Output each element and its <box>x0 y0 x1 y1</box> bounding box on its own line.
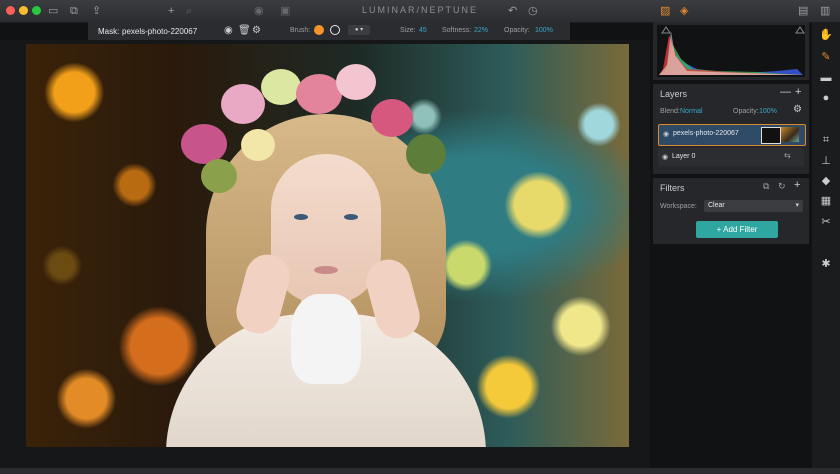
layers-title: Layers <box>660 89 688 99</box>
histogram-panel <box>653 22 809 80</box>
chevron-down-icon: ▾ <box>795 202 799 209</box>
minimize-window-button[interactable] <box>19 6 28 15</box>
close-window-button[interactable] <box>6 6 15 15</box>
mask-name: pexels-photo-220067 <box>122 27 198 36</box>
layer-name: Layer 0 <box>672 153 696 160</box>
mask-toolbar: Mask: pexels-photo-220067 ◉ 🗑 ⚙ Brush: ●… <box>88 22 570 41</box>
layer-mask-thumbnail[interactable] <box>761 127 781 144</box>
eye-icon[interactable]: ◉ <box>254 4 264 18</box>
brush-type-dropdown[interactable]: ● ▾ <box>348 25 370 35</box>
add-layer-icon[interactable]: + <box>795 86 801 98</box>
gear-icon[interactable]: ⚙ <box>252 25 261 36</box>
layer-settings-icon[interactable]: ⚙ <box>793 104 802 115</box>
filters-title: Filters <box>660 183 685 193</box>
filter-presets-icon[interactable]: ⧉ <box>763 181 769 192</box>
eraser-tool-icon[interactable]: ◆ <box>812 174 840 187</box>
layer-options-icon[interactable]: ⇆ <box>784 151 791 160</box>
tool-sidebar: ✋ ✎ ▬ ● ⌗ ⊥ ◆ ▦ ✂ ✱ <box>812 22 840 468</box>
layers-panel-icon[interactable]: ◈ <box>680 4 688 18</box>
photo-flower <box>201 159 237 193</box>
blend-value[interactable]: Normal <box>680 108 703 115</box>
workspace-label: Workspace: <box>660 203 697 210</box>
opacity-label: Opacity: <box>504 27 530 34</box>
size-value[interactable]: 45 <box>419 27 427 34</box>
workspace-value: Clear <box>708 202 725 209</box>
photo-left-eye <box>294 214 308 220</box>
photo-lips <box>314 266 338 274</box>
add-icon[interactable]: + <box>168 4 174 18</box>
layer-visibility-icon[interactable]: ◉ <box>663 130 669 138</box>
compare-icon[interactable]: ▣ <box>280 4 290 18</box>
workspace-select[interactable]: Clear ▾ <box>704 200 803 212</box>
layer-name: pexels-photo-220067 <box>673 130 739 137</box>
photo-flower <box>241 129 275 161</box>
title-bar: ▭ ⧉ ⇪ + ⌕ ◉ ▣ LUMINAR/NEPTUNE ↶ ◷ ▨ ◈ ▤ … <box>0 0 840 23</box>
crop-tool-icon[interactable]: ⌗ <box>812 134 840 147</box>
trash-icon[interactable]: 🗑 <box>238 25 251 36</box>
zoom-icon[interactable]: ⌕ <box>186 4 192 18</box>
layer-item[interactable]: ◉ Layer 0 ⇆ <box>658 148 804 166</box>
brush-erase-icon[interactable] <box>330 25 340 35</box>
transform-tool-icon[interactable]: ✂ <box>812 215 840 228</box>
sidebar-toggle-icon[interactable]: ▥ <box>820 4 830 18</box>
panel-layout-icon[interactable]: ▤ <box>798 4 808 18</box>
photo-flower <box>336 64 376 100</box>
layer-opacity-value[interactable]: 100% <box>759 108 777 115</box>
stamp-tool-icon[interactable]: ⊥ <box>812 154 840 167</box>
photo-flower <box>406 134 446 174</box>
photo-flower <box>181 124 227 164</box>
photo-bow <box>291 294 361 384</box>
collapse-layers-icon[interactable]: — <box>780 86 791 98</box>
brush-tool-icon[interactable]: ✎ <box>812 50 840 63</box>
blend-label: Blend: <box>660 108 680 115</box>
photo-flower <box>371 99 413 137</box>
mask-visibility-icon[interactable]: ◉ <box>224 25 233 36</box>
brush-orange-icon[interactable] <box>314 25 324 35</box>
softness-label: Softness: <box>442 27 472 34</box>
filter-refresh-icon[interactable]: ↻ <box>778 181 786 192</box>
history-icon[interactable]: ◷ <box>528 4 538 18</box>
size-label: Size: <box>400 27 416 34</box>
bottom-bar <box>0 468 840 474</box>
mask-label: Mask: <box>98 27 120 36</box>
photo-flower <box>221 84 265 124</box>
folder-icon[interactable]: ▭ <box>48 4 58 18</box>
layers-stack-icon[interactable]: ⧉ <box>70 4 78 18</box>
zoom-window-button[interactable] <box>32 6 41 15</box>
layer-opacity-label: Opacity: <box>733 108 759 115</box>
layer-item-active[interactable]: ◉ pexels-photo-220067 <box>658 124 806 146</box>
gradient-tool-icon[interactable]: ▬ <box>812 72 840 84</box>
add-filter-button[interactable]: + Add Filter <box>696 221 778 238</box>
undo-icon[interactable]: ↶ <box>508 4 517 18</box>
app-title: LUMINAR/NEPTUNE <box>361 5 478 15</box>
share-icon[interactable]: ⇪ <box>92 4 101 18</box>
filters-panel: Filters ⧉ ↻ + Workspace: Clear ▾ + Add F… <box>653 178 809 244</box>
plugin-tool-icon[interactable]: ✱ <box>812 257 840 270</box>
photo-flower <box>261 69 301 105</box>
histogram-chart <box>657 25 805 77</box>
add-filter-label: Add Filter <box>723 225 758 234</box>
layer-image-thumbnail[interactable] <box>781 127 799 142</box>
luminosity-tool-icon[interactable]: ▦ <box>812 194 840 207</box>
image-icon[interactable]: ▨ <box>660 4 670 18</box>
radial-tool-icon[interactable]: ● <box>812 92 840 104</box>
softness-value[interactable]: 22% <box>474 27 488 34</box>
hand-tool-icon[interactable]: ✋ <box>812 28 840 41</box>
layers-panel: Layers — + Blend: Normal Opacity: 100% ⚙… <box>653 84 809 174</box>
photo-right-eye <box>344 214 358 220</box>
photo-canvas[interactable] <box>26 44 629 447</box>
add-filter-icon[interactable]: + <box>794 179 800 191</box>
opacity-value[interactable]: 100% <box>535 27 553 34</box>
brush-label: Brush: <box>290 27 311 34</box>
layer-visibility-icon[interactable]: ◉ <box>662 153 668 161</box>
